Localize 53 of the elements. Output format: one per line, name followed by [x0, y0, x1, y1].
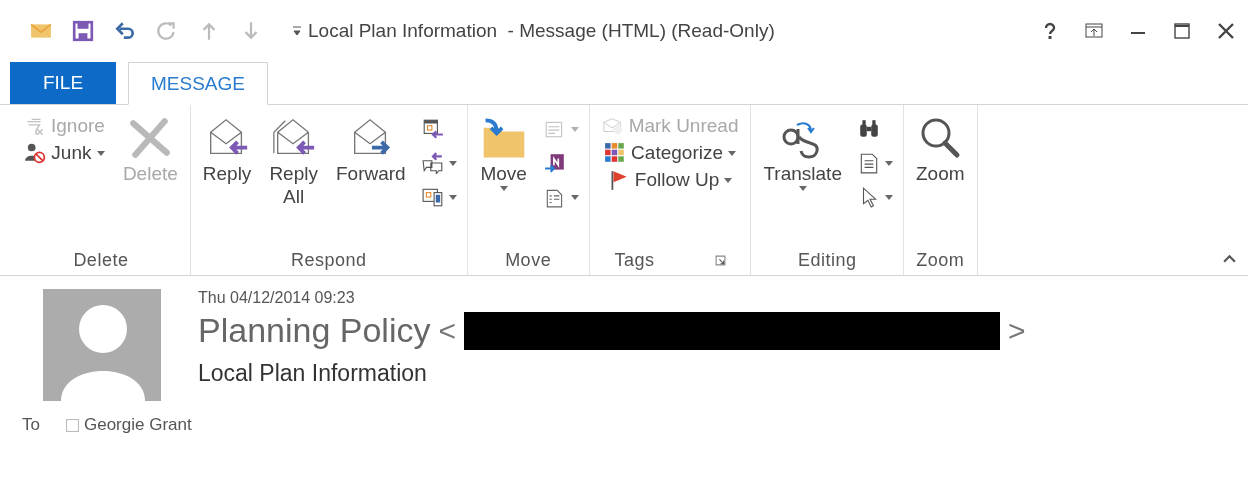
ribbon-button[interactable]: Junk [22, 142, 107, 164]
close-icon[interactable] [1216, 21, 1236, 41]
caret-icon [798, 185, 807, 191]
ribbon-button[interactable]: Translate [761, 115, 844, 191]
caret-icon [96, 150, 105, 156]
group-label: Delete [73, 249, 129, 271]
sender-name: Planning Policy [198, 311, 431, 350]
file-tab[interactable]: FILE [10, 62, 116, 104]
envelope-icon [601, 115, 624, 137]
caret-icon [570, 194, 579, 200]
dialog-launcher-icon[interactable] [714, 254, 726, 266]
ribbon-button[interactable]: Reply All [267, 115, 320, 209]
meeting-icon [421, 118, 444, 140]
notebook-icon [543, 152, 566, 174]
caret-icon [448, 194, 457, 200]
junk-icon [24, 142, 47, 164]
angle-bracket: > [1008, 313, 1026, 348]
caret-icon [884, 194, 893, 200]
chat-icon [421, 152, 444, 174]
categories-icon [604, 142, 627, 164]
caret-icon [570, 126, 579, 132]
recipient[interactable]: Georgie Grant [65, 415, 192, 435]
window-title: Local Plan Information - Message (HTML) (Read-Only) [308, 20, 775, 42]
ribbon-button[interactable]: Categorize [602, 142, 738, 164]
angle-bracket: < [438, 313, 456, 348]
caret-icon [724, 177, 733, 183]
ribbon-button[interactable]: Follow Up [605, 169, 735, 191]
ribbon-icon-button[interactable] [419, 149, 459, 177]
maximize-icon[interactable] [1172, 21, 1192, 41]
to-label: To [22, 415, 40, 435]
binoculars-icon [857, 118, 880, 140]
ribbon-button[interactable]: Move [477, 115, 530, 191]
group-label: Respond [290, 249, 367, 271]
sent-date: Thu 04/12/2014 09:23 [198, 289, 356, 307]
undo-icon[interactable] [114, 20, 136, 42]
ribbon-display-icon[interactable] [1084, 21, 1104, 41]
devices-icon [421, 186, 444, 208]
caret-icon [884, 160, 893, 166]
group-label: Move [505, 249, 552, 271]
ribbon-tab[interactable]: MESSAGE [128, 62, 268, 105]
save-icon[interactable] [72, 20, 94, 42]
ribbon-button[interactable]: Reply [200, 115, 254, 186]
subject: Local Plan Information [198, 360, 428, 387]
caret-icon [448, 160, 457, 166]
group-label: Editing [797, 249, 857, 271]
group-label: Tags [614, 249, 655, 271]
collapse-ribbon-icon[interactable] [1223, 254, 1236, 263]
caret-icon [499, 185, 508, 191]
ribbon-button[interactable]: Forward [333, 115, 408, 186]
group-label: Zoom [916, 249, 965, 271]
caret-icon [728, 150, 736, 156]
customize-icon[interactable] [292, 25, 302, 37]
ribbon-button[interactable]: Zoom [913, 115, 967, 186]
